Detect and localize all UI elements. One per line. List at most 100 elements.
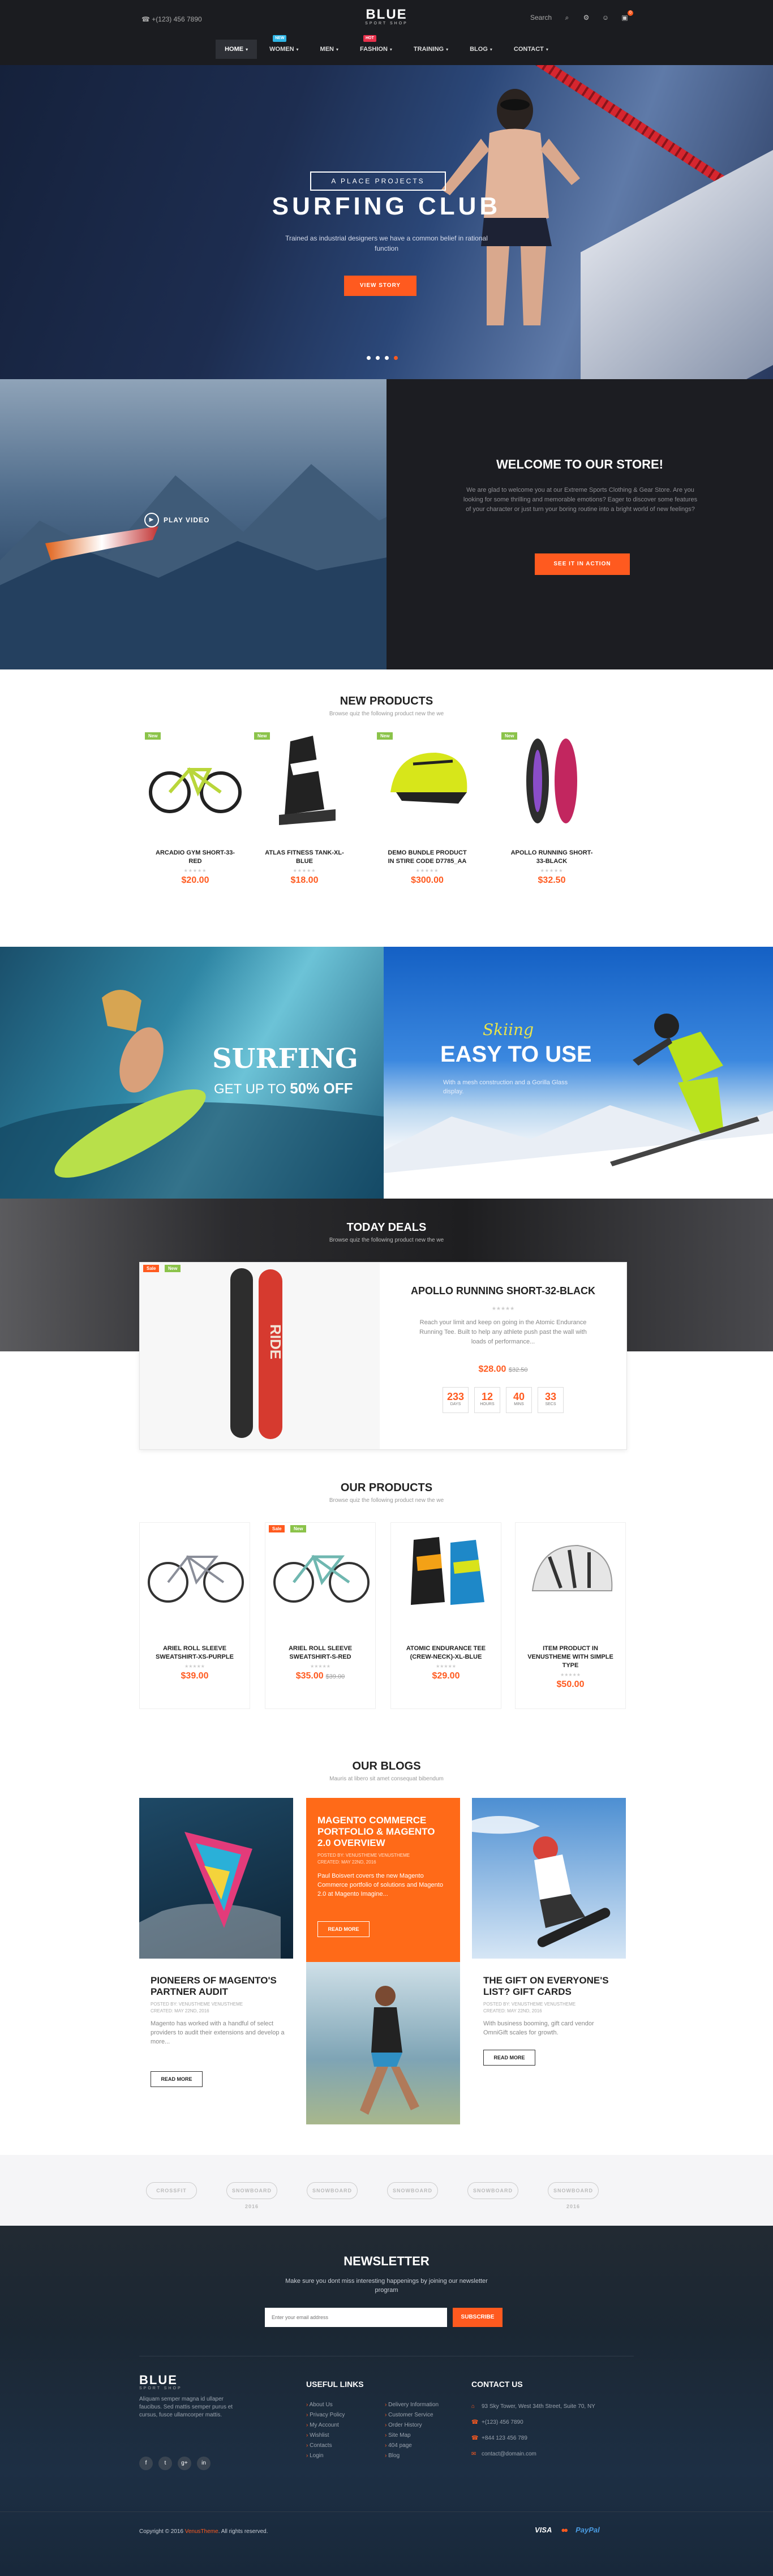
product-name[interactable]: DEMO BUNDLE PRODUCT IN STIRE CODE D7785_… <box>373 849 481 866</box>
footer-link[interactable]: About Us <box>306 2400 345 2410</box>
product-name[interactable]: ARIEL ROLL SLEEVE SWEATSHIRT-S-RED <box>265 1645 375 1661</box>
contact-text[interactable]: contact@domain.com <box>482 2451 536 2457</box>
product-name[interactable]: ATLAS FITNESS TANK-XL-BLUE <box>251 849 358 866</box>
blog-title[interactable]: THE GIFT ON EVERYONE'S LIST? GIFT CARDS <box>483 1975 625 1998</box>
blog-title[interactable]: PIONEERS OF MAGENTO'S PARTNER AUDIT <box>151 1975 292 1998</box>
footer-link[interactable]: Contacts <box>306 2441 345 2451</box>
product-card[interactable]: ATOMIC ENDURANCE TEE (CREW-NECK)-XL-BLUE… <box>390 1522 501 1709</box>
brand-logo[interactable]: SNOWBOARD <box>467 2182 518 2199</box>
footer-link[interactable]: Privacy Policy <box>306 2410 345 2420</box>
footer-link[interactable]: My Account <box>306 2420 345 2431</box>
nav-item-women[interactable]: WOMEN ▾ NEW <box>260 35 307 59</box>
nav-item-fashion[interactable]: FASHION ▾ HOT <box>351 35 401 59</box>
deal-old-price: $32.50 <box>508 1367 528 1373</box>
facebook-icon[interactable]: f <box>139 2457 153 2470</box>
product-card[interactable]: Sale New ARIEL ROLL SLEEVE SWEATSHIRT-S-RE… <box>265 1522 376 1709</box>
slider-dot-active[interactable] <box>394 356 398 360</box>
surfing-banner[interactable]: SURFING GET UP TO 50% OFF <box>0 947 384 1199</box>
newsletter-text: Make sure you dont miss interesting happ… <box>285 2278 488 2294</box>
product-card[interactable]: ARIEL ROLL SLEEVE SWEATSHIRT-XS-PURPLE ★★… <box>139 1522 250 1709</box>
rating-stars: ★★★★★ <box>183 868 207 873</box>
nav-item-blog[interactable]: BLOG ▾ <box>461 40 501 59</box>
product-image[interactable] <box>516 1523 625 1622</box>
chevron-down-icon: ▾ <box>546 47 548 52</box>
blog-image-windsurf[interactable] <box>139 1798 293 1959</box>
brand-logo[interactable]: CROSSFIT <box>146 2182 197 2199</box>
product-price: $18.00 <box>290 875 319 885</box>
product-card[interactable]: New ATLAS FITNESS TANK-XL-BLUE ★★★★★ $18.00 <box>251 730 358 886</box>
footer-link[interactable]: Customer Service <box>385 2410 439 2420</box>
twitter-icon[interactable]: t <box>158 2457 172 2470</box>
deal-current-price: $28.00 <box>478 1364 506 1374</box>
play-video-button[interactable]: ▶ PLAY VIDEO <box>144 513 209 527</box>
product-image[interactable]: New <box>498 730 605 832</box>
newsletter-email-input[interactable] <box>265 2308 447 2327</box>
chevron-down-icon: ▾ <box>246 47 248 52</box>
contact-text[interactable]: +(123) 456 7890 <box>482 2419 523 2425</box>
brand-logo[interactable]: SNOWBOARD 2016 <box>226 2182 277 2209</box>
slider-dot[interactable] <box>385 356 389 360</box>
product-card[interactable]: ITEM PRODUCT IN VENUSTHEME WITH SIMPLE T… <box>515 1522 626 1709</box>
deal-product-name[interactable]: APOLLO RUNNING SHORT-32-BLACK <box>380 1285 626 1297</box>
blog-title[interactable]: MAGENTO COMMERCE PORTFOLIO & MAGENTO 2.0… <box>317 1815 449 1849</box>
product-name[interactable]: APOLLO RUNNING SHORT-33-BLACK <box>498 849 605 866</box>
see-it-in-action-button[interactable]: SEE IT IN ACTION <box>535 553 630 575</box>
brand-logo[interactable]: SNOWBOARD <box>387 2182 438 2199</box>
blog-meta: POSTED BY: VENUSTHEME VENUSTHEME CREATED:… <box>151 2001 292 2015</box>
brand-logo[interactable]: SNOWBOARD <box>307 2182 358 2199</box>
subscribe-button[interactable]: SUBSCRIBE <box>453 2308 503 2327</box>
blog-image-runner[interactable] <box>306 1962 460 2124</box>
top-bar: ☎ +(123) 456 7890 BLUE SPORT SHOP Search… <box>0 0 773 40</box>
slider-dot[interactable] <box>376 356 380 360</box>
nav-item-contact[interactable]: CONTACT ▾ <box>505 40 557 59</box>
product-name[interactable]: ITEM PRODUCT IN VENUSTHEME WITH SIMPLE T… <box>516 1645 625 1670</box>
product-name[interactable]: ARIEL ROLL SLEEVE SWEATSHIRT-XS-PURPLE <box>140 1645 250 1661</box>
footer-link[interactable]: Blog <box>385 2451 439 2461</box>
view-story-button[interactable]: VIEW STORY <box>344 276 416 296</box>
product-name[interactable]: ARCADIO GYM SHORT-33-RED <box>141 849 249 866</box>
google-plus-icon[interactable]: g+ <box>178 2457 191 2470</box>
product-image[interactable]: New <box>373 730 481 832</box>
product-image[interactable]: Sale New <box>265 1523 375 1622</box>
paypal-icon: PayPal <box>576 2526 600 2534</box>
gear-icon[interactable]: ⚙ <box>582 14 590 22</box>
nav-item-men[interactable]: MEN ▾ <box>311 40 347 59</box>
play-video-label: PLAY VIDEO <box>164 516 210 524</box>
footer-link[interactable]: 404 page <box>385 2441 439 2451</box>
product-card[interactable]: New APOLLO RUNNING SHORT-33-BLACK ★★★★★ $32… <box>498 730 605 886</box>
product-name[interactable]: ATOMIC ENDURANCE TEE (CREW-NECK)-XL-BLUE <box>391 1645 501 1661</box>
our-products-subtitle: Browse quiz the following product new th… <box>329 1497 444 1504</box>
site-logo[interactable]: BLUE SPORT SHOP <box>360 8 413 26</box>
read-more-button[interactable]: READ MORE <box>151 2071 203 2087</box>
footer-link[interactable]: Wishlist <box>306 2431 345 2441</box>
product-image[interactable]: New <box>141 730 249 832</box>
read-more-button[interactable]: READ MORE <box>317 1921 370 1937</box>
footer-link[interactable]: Delivery Information <box>385 2400 439 2410</box>
footer-link[interactable]: Order History <box>385 2420 439 2431</box>
search-icon[interactable]: ⌕ <box>563 14 571 22</box>
nav-item-training[interactable]: TRAINING ▾ <box>405 40 457 59</box>
brand-logo[interactable]: SNOWBOARD 2016 <box>548 2182 599 2209</box>
product-image[interactable] <box>391 1523 501 1622</box>
cart-icon[interactable]: ▣ 0 <box>621 10 633 22</box>
product-card[interactable]: New DEMO BUNDLE PRODUCT IN STIRE CODE D77… <box>373 730 481 886</box>
search-label[interactable]: Search <box>530 14 552 22</box>
skiing-banner[interactable]: Skiing EASY TO USE With a mesh construct… <box>384 947 773 1199</box>
copyright-brand-link[interactable]: VenusTheme <box>185 2528 218 2535</box>
user-icon[interactable]: ☺ <box>602 14 609 22</box>
deal-product-image[interactable]: Sale New RIDE <box>140 1263 380 1449</box>
slider-dot[interactable] <box>367 356 371 360</box>
blog-image-snowboard[interactable] <box>472 1798 626 1959</box>
product-image[interactable] <box>140 1523 250 1622</box>
footer-link[interactable]: Site Map <box>385 2431 439 2441</box>
linkedin-icon[interactable]: in <box>197 2457 211 2470</box>
product-card[interactable]: New ARCADIO GYM SHORT-33-RED ★★★★★ $20.00 <box>141 730 249 886</box>
footer-link[interactable]: Login <box>306 2451 345 2461</box>
read-more-button[interactable]: READ MORE <box>483 2050 535 2066</box>
contact-text[interactable]: +844 123 456 789 <box>482 2435 527 2441</box>
product-image[interactable]: New <box>251 730 358 832</box>
nav-item-home[interactable]: HOME ▾ <box>216 40 257 59</box>
product-price: $50.00 <box>556 1680 585 1689</box>
nav-label: MEN <box>320 46 334 53</box>
footer-logo[interactable]: BLUE SPORT SHOP <box>139 2374 182 2391</box>
